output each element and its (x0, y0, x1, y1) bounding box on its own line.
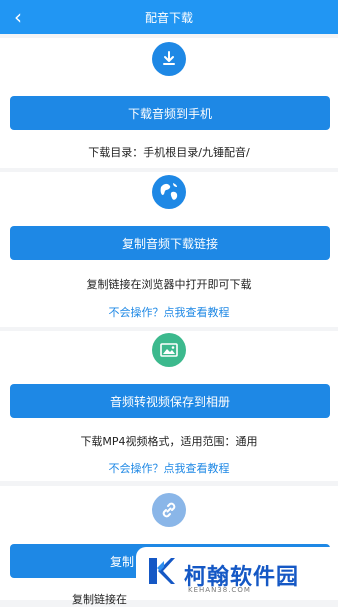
copy-link-hint-text: 复制链接在浏览器中打开即可下载 (86, 278, 252, 291)
copy-button-label: 复制 (110, 554, 135, 569)
tutorial-link-2[interactable]: 不会操作？点我查看教程 (0, 460, 338, 476)
video-format-text: 下载MP4视频格式，适用范围：通用 (80, 435, 258, 448)
watermark-url: KEHAN38.COM (188, 586, 251, 594)
globe-icon (152, 175, 186, 209)
download-icon (152, 42, 186, 76)
watermark: 柯翰软件园 KEHAN38.COM (136, 547, 338, 600)
save-video-button[interactable]: 音频转视频保存到相册 (10, 384, 330, 418)
kehan-logo-icon (149, 558, 175, 584)
tutorial-link-1[interactable]: 不会操作？点我查看教程 (0, 304, 338, 320)
download-directory-text: 下载目录：手机根目录/九锤配音/ (88, 146, 250, 159)
copy-link-text-partial: 复制链接在 (72, 593, 127, 606)
copy-audio-link-button[interactable]: 复制音频下载链接 (10, 226, 330, 260)
audio-to-video-section: 音频转视频保存到相册 下载MP4视频格式，适用范围：通用 不会操作？点我查看教程 (0, 331, 338, 481)
page-title: 配音下载 (144, 10, 193, 25)
download-section: 下载音频到手机 下载目录：手机根目录/九锤配音/ (0, 38, 338, 168)
download-audio-button[interactable]: 下载音频到手机 (10, 96, 330, 130)
header-bar: ‹ 配音下载 (0, 0, 338, 34)
link-icon (152, 493, 186, 527)
image-icon (152, 333, 186, 367)
copy-link-section: 复制音频下载链接 复制链接在浏览器中打开即可下载 不会操作？点我查看教程 (0, 172, 338, 327)
